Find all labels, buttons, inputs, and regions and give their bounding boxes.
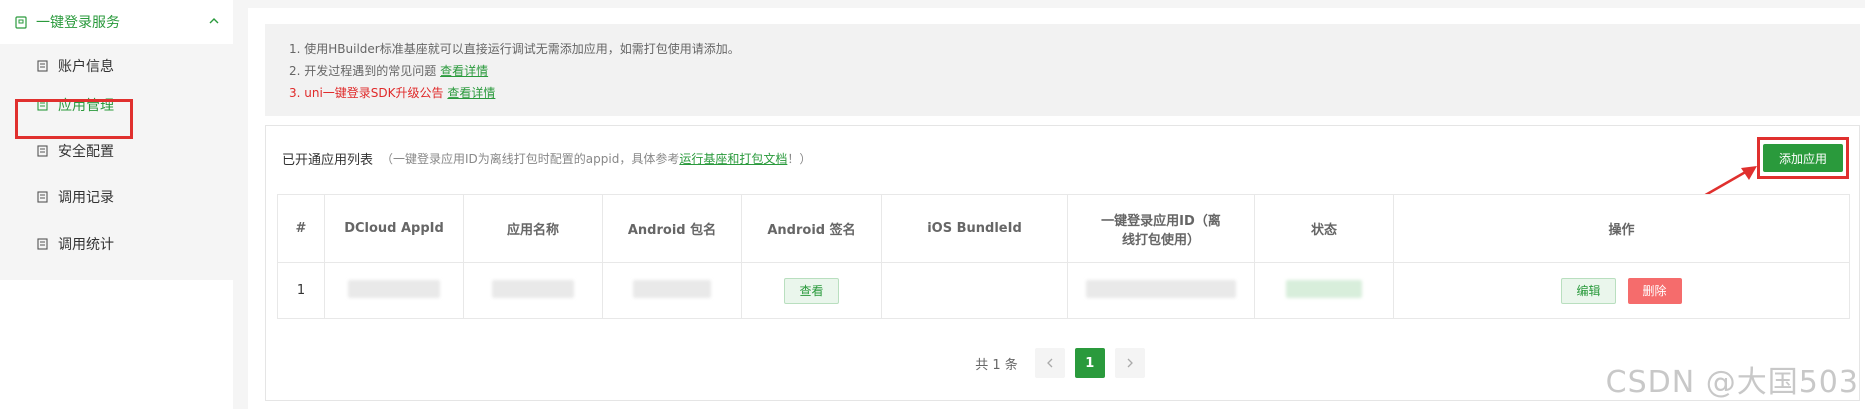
chevron-left-icon [1046, 358, 1053, 368]
notice-line-2: 2. 开发过程遇到的常见问题 查看详情 [289, 60, 1836, 82]
login-appid-cell-redacted [1067, 262, 1255, 319]
notice-line-3: 3. uni一键登录SDK升级公告 查看详情 [289, 82, 1836, 104]
column-header: 状态 [1254, 194, 1394, 263]
highlight-box-app-management [15, 99, 133, 139]
column-header: Android 包名 [602, 194, 742, 263]
packaging-docs-link[interactable]: 运行基座和打包文档 [679, 152, 787, 166]
sidebar-item-label: 调用统计 [58, 237, 114, 253]
app-name-cell-redacted [463, 262, 603, 319]
sdk-upgrade-link[interactable]: 查看详情 [447, 86, 495, 100]
sidebar-submenu: 账户信息 应用管理 安全配置 调用记录 调用统计 [0, 44, 233, 280]
column-header: 操作 [1393, 194, 1850, 263]
chevron-up-icon[interactable] [207, 14, 221, 28]
add-app-button[interactable]: 添加应用 [1763, 144, 1843, 172]
column-header: DCloud AppId [324, 194, 464, 263]
ios-bundleid-cell [881, 262, 1068, 319]
android-signature-cell: 查看 [741, 262, 882, 319]
column-header: iOS BundleId [881, 194, 1068, 263]
column-header: Android 签名 [741, 194, 882, 263]
panel-desc-suffix: ！） [787, 152, 812, 166]
sidebar-item-account-info[interactable]: 账户信息 [0, 44, 233, 88]
document-icon [36, 191, 48, 204]
panel-header: 已开通应用列表 （一键登录应用ID为离线打包时配置的appid，具体参考运行基座… [282, 149, 811, 168]
chevron-right-icon [1127, 358, 1133, 368]
status-cell-redacted [1254, 262, 1394, 319]
page-number-button[interactable]: 1 [1074, 348, 1105, 378]
shield-icon [14, 15, 28, 29]
panel-title: 已开通应用列表 [282, 153, 374, 168]
prev-page-button[interactable] [1034, 348, 1065, 378]
column-header: # [277, 194, 325, 263]
app-table: # DCloud AppId 应用名称 Android 包名 Android 签… [277, 194, 1850, 319]
sidebar-item-label: 调用记录 [58, 190, 114, 206]
document-icon [36, 145, 48, 158]
sidebar-group-one-click-login[interactable]: 一键登录服务 [0, 0, 233, 44]
notice-box: 1. 使用HBuilder标准基座就可以直接运行调试无需添加应用，如需打包使用请… [265, 24, 1860, 116]
notice-line-2-text: 2. 开发过程遇到的常见问题 [289, 64, 437, 78]
column-header: 应用名称 [463, 194, 603, 263]
view-signature-button[interactable]: 查看 [784, 277, 839, 304]
sidebar: 一键登录服务 账户信息 应用管理 安全配置 调用记录 调用统计 [0, 0, 233, 409]
panel-description: （一键登录应用ID为离线打包时配置的appid，具体参考运行基座和打包文档！） [381, 150, 811, 167]
appid-cell-redacted [324, 262, 464, 319]
sidebar-item-label: 账户信息 [58, 59, 114, 75]
notice-line-3-text: 3. uni一键登录SDK升级公告 [289, 86, 444, 100]
document-icon [36, 238, 48, 251]
pagination-total: 共 1 条 [975, 357, 1018, 373]
package-name-cell-redacted [602, 262, 742, 319]
next-page-button[interactable] [1114, 348, 1145, 378]
column-header: 一键登录应用ID（离线打包使用） [1067, 194, 1255, 263]
row-index: 1 [277, 262, 325, 319]
document-icon [36, 60, 48, 73]
notice-line-1: 1. 使用HBuilder标准基座就可以直接运行调试无需添加应用，如需打包使用请… [289, 42, 740, 56]
watermark: CSDN @大国503 [1605, 365, 1859, 400]
panel-desc-prefix: （一键登录应用ID为离线打包时配置的appid，具体参考 [381, 152, 680, 166]
table-header-row: # DCloud AppId 应用名称 Android 包名 Android 签… [277, 194, 1850, 263]
edit-button[interactable]: 编辑 [1561, 277, 1616, 304]
sidebar-group-label: 一键登录服务 [36, 15, 120, 31]
sidebar-item-call-records[interactable]: 调用记录 [0, 175, 233, 219]
delete-button[interactable]: 删除 [1627, 277, 1682, 304]
sidebar-item-call-stats[interactable]: 调用统计 [0, 222, 233, 266]
sidebar-item-label: 安全配置 [58, 144, 114, 160]
table-row: 1 查看 编辑 删除 [277, 262, 1850, 319]
common-issues-link[interactable]: 查看详情 [440, 64, 488, 78]
actions-cell: 编辑 删除 [1393, 262, 1850, 319]
